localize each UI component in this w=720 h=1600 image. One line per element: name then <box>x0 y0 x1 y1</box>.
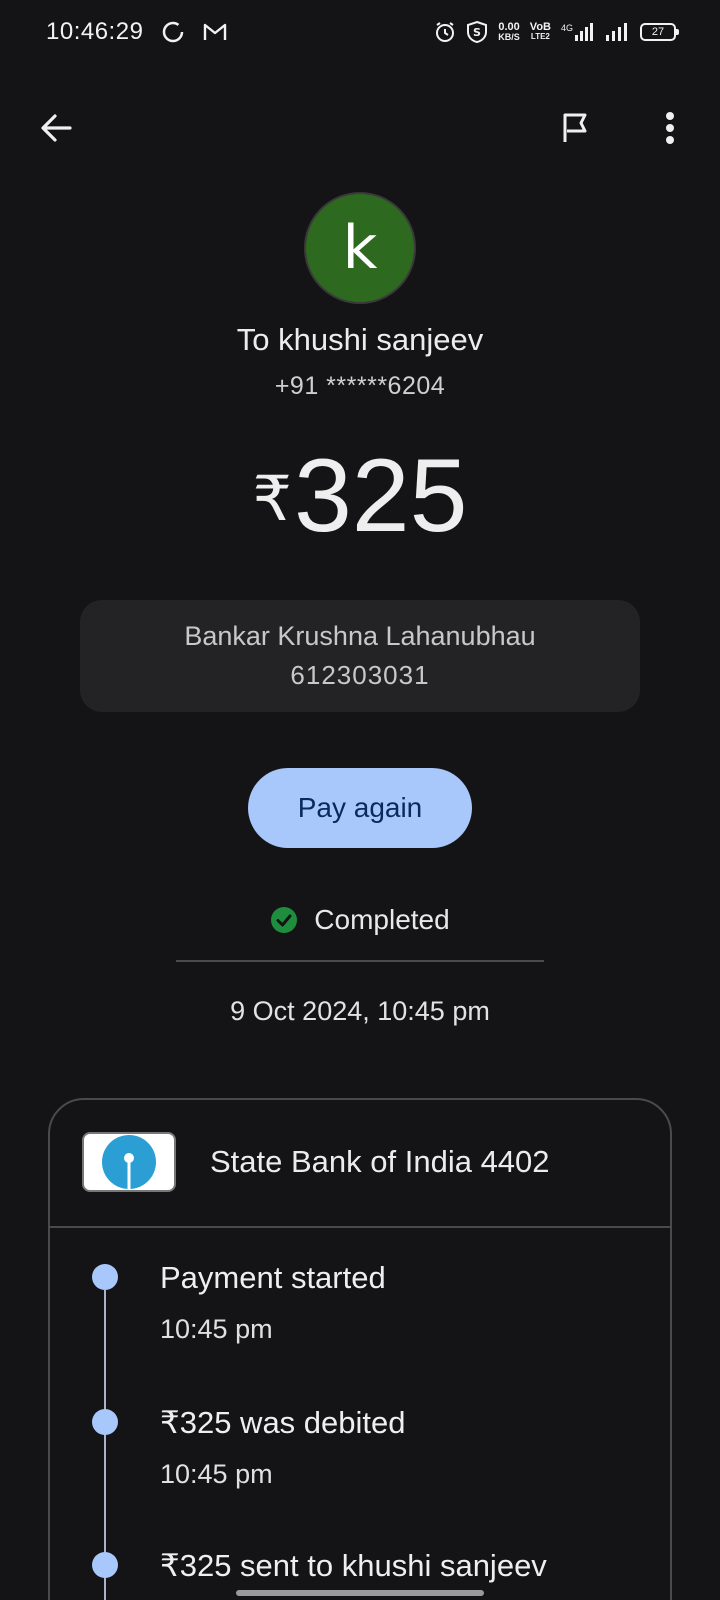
more-vert-icon <box>666 112 674 144</box>
back-button[interactable] <box>34 106 78 150</box>
gmail-icon <box>203 22 227 42</box>
timeline-dot <box>92 1409 118 1435</box>
signal-icon <box>604 23 630 41</box>
recipient-phone: +91 ******6204 <box>274 372 446 400</box>
timeline-time: 10:45 pm <box>160 1314 273 1344</box>
bank-name: State Bank of India 4402 <box>210 1144 550 1179</box>
payee-card: Bankar Krushna Lahanubhau 612303031 <box>80 600 640 712</box>
shield-icon: S <box>466 20 488 44</box>
arrow-left-icon <box>41 114 72 142</box>
timeline-dot <box>92 1264 118 1290</box>
bank-account-row[interactable]: State Bank of India 4402 <box>50 1100 670 1228</box>
timeline-dot <box>92 1552 118 1578</box>
divider <box>176 960 544 962</box>
transaction-datetime: 9 Oct 2024, 10:45 pm <box>230 996 490 1026</box>
transaction-status: Completed <box>0 904 720 936</box>
alarm-icon <box>434 21 456 43</box>
timeline-title: ₹325 was debited <box>160 1405 406 1440</box>
svg-text:S: S <box>473 26 481 39</box>
loading-ring-icon <box>161 20 185 44</box>
status-label: Completed <box>314 904 450 935</box>
timeline-title: ₹325 sent to khushi sanjeev <box>160 1548 547 1583</box>
battery-icon: 27 <box>640 23 679 41</box>
check-circle-icon <box>271 907 298 933</box>
pay-again-button[interactable]: Pay again <box>248 768 472 848</box>
home-indicator[interactable] <box>236 1590 484 1596</box>
volte-indicator: VoB LTE2 <box>529 21 551 42</box>
recipient-name: To khushi sanjeev <box>236 322 484 357</box>
top-app-bar <box>0 96 720 160</box>
status-bar: 10:46:29 S 0.00 KB/S VoB LTE2 4G 27 <box>0 0 720 64</box>
flag-icon <box>563 113 587 142</box>
transaction-detail-card: State Bank of India 4402 Payment started… <box>48 1098 672 1600</box>
payee-account: 612303031 <box>290 660 430 690</box>
amount-value: 325 <box>293 438 468 554</box>
timeline-title: Payment started <box>160 1260 386 1295</box>
status-time: 10:46:29 <box>46 18 144 45</box>
avatar: k <box>304 192 416 304</box>
more-options-button[interactable] <box>648 106 692 150</box>
signal-4g-icon: 4G <box>561 23 594 41</box>
net-speed: 0.00 KB/S <box>498 21 520 43</box>
bank-logo <box>82 1132 176 1192</box>
timeline-time: 10:45 pm <box>160 1459 273 1489</box>
currency-symbol: ₹ <box>252 465 292 534</box>
amount: ₹ 325 <box>0 440 720 552</box>
payee-name: Bankar Krushna Lahanubhau <box>184 621 536 651</box>
report-button[interactable] <box>554 106 598 150</box>
